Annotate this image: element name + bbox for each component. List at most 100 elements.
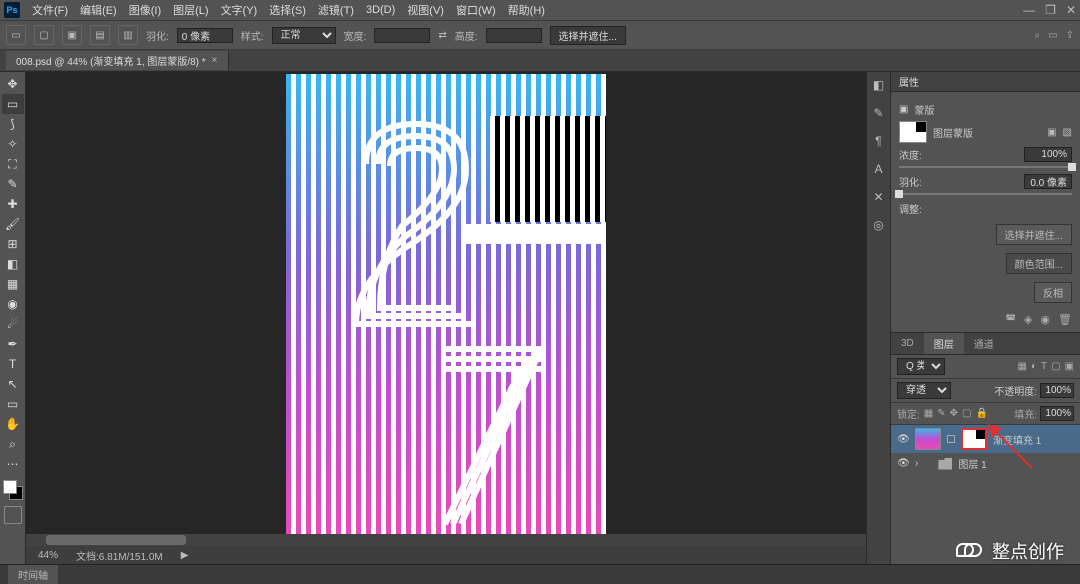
menu-type[interactable]: 文字(Y) <box>215 0 264 20</box>
close-window-icon[interactable]: ✕ <box>1066 3 1076 17</box>
height-input[interactable] <box>486 28 542 43</box>
dock-libraries-icon[interactable]: ◎ <box>873 218 883 232</box>
dodge-tool-icon[interactable]: ☄ <box>2 314 24 334</box>
pixel-mask-icon[interactable]: ▣ <box>1047 127 1056 138</box>
layer-name[interactable]: 渐变填充 1 <box>993 432 1041 447</box>
lock-artboard-icon[interactable]: ▢ <box>962 408 971 419</box>
fill-input[interactable] <box>1040 406 1074 421</box>
dock-brush-icon[interactable]: ✎ <box>873 106 883 120</box>
feather-input[interactable] <box>177 28 233 43</box>
menu-view[interactable]: 视图(V) <box>401 0 450 20</box>
menu-select[interactable]: 选择(S) <box>263 0 312 20</box>
timeline-tab-label[interactable]: 时间轴 <box>8 565 58 584</box>
selmode-int-icon[interactable]: ▥ <box>118 25 138 45</box>
eraser-tool-icon[interactable]: ◧ <box>2 254 24 274</box>
dock-paragraph-icon[interactable]: ¶ <box>875 134 881 148</box>
lock-trans-icon[interactable]: ▦ <box>924 408 933 419</box>
tab-channels[interactable]: 通道 <box>964 333 1004 354</box>
search-icon[interactable]: ⌕ <box>1035 30 1041 41</box>
wand-tool-icon[interactable]: ✧ <box>2 134 24 154</box>
feather-slider[interactable] <box>899 193 1072 195</box>
menu-layer[interactable]: 图层(L) <box>167 0 214 20</box>
visibility-icon[interactable]: 👁 <box>897 434 909 445</box>
layer-link-icon[interactable] <box>947 435 955 443</box>
swap-icon[interactable]: ⇄ <box>438 30 446 41</box>
crop-tool-icon[interactable]: ⛶ <box>2 154 24 174</box>
heal-tool-icon[interactable]: ✚ <box>2 194 24 214</box>
menu-help[interactable]: 帮助(H) <box>502 0 551 20</box>
dock-swatches-icon[interactable]: ✕ <box>873 190 883 204</box>
disable-mask-icon[interactable]: ◉ <box>1040 313 1050 326</box>
path-tool-icon[interactable]: ↖ <box>2 374 24 394</box>
share-icon[interactable]: ⇪ <box>1066 30 1074 41</box>
stamp-tool-icon[interactable]: ⊞ <box>2 234 24 254</box>
density-slider[interactable] <box>899 166 1072 168</box>
timeline-panel[interactable]: 时间轴 <box>0 564 1080 584</box>
invert-button[interactable]: 反相 <box>1034 282 1072 303</box>
select-mask-prop-button[interactable]: 选择并遮住... <box>996 224 1072 245</box>
blend-mode-select[interactable]: 穿透 <box>897 382 951 399</box>
document-tab[interactable]: 008.psd @ 44% (渐变填充 1, 图层蒙版/8) * × <box>6 51 229 70</box>
edit-toolbar-icon[interactable]: ⋯ <box>2 454 24 474</box>
filter-shape-icon[interactable]: ▢ <box>1051 361 1060 372</box>
chevron-right-icon[interactable]: › <box>915 458 918 469</box>
filter-pixel-icon[interactable]: ▦ <box>1017 361 1026 372</box>
color-range-button[interactable]: 颜色范围... <box>1006 253 1072 274</box>
load-sel-icon[interactable]: ◚ <box>1005 313 1016 326</box>
eyedropper-tool-icon[interactable]: ✎ <box>2 174 24 194</box>
menu-edit[interactable]: 编辑(E) <box>74 0 123 20</box>
zoom-level[interactable]: 44% <box>38 550 58 561</box>
zoom-tool-icon[interactable]: ⌕ <box>2 434 24 454</box>
type-tool-icon[interactable]: T <box>2 354 24 374</box>
filter-smart-icon[interactable]: ▣ <box>1065 361 1074 372</box>
layer-row-group[interactable]: 👁 › 图层 1 <box>891 453 1080 474</box>
hand-tool-icon[interactable]: ✋ <box>2 414 24 434</box>
selmode-sub-icon[interactable]: ▤ <box>90 25 110 45</box>
lock-paint-icon[interactable]: ✎ <box>937 408 945 419</box>
menu-file[interactable]: 文件(F) <box>26 0 74 20</box>
menu-filter[interactable]: 滤镜(T) <box>312 0 360 20</box>
tab-close-icon[interactable]: × <box>212 55 218 66</box>
visibility-icon[interactable]: 👁 <box>897 458 909 469</box>
select-and-mask-button[interactable]: 选择并遮住... <box>550 26 626 45</box>
shape-tool-icon[interactable]: ▭ <box>2 394 24 414</box>
style-select[interactable]: 正常 <box>272 27 336 44</box>
quickmask-icon[interactable] <box>4 506 22 524</box>
selmode-new-icon[interactable]: ▢ <box>34 25 54 45</box>
menu-3d[interactable]: 3D(D) <box>360 2 401 18</box>
restore-icon[interactable]: ❐ <box>1045 3 1056 17</box>
blur-tool-icon[interactable]: ◉ <box>2 294 24 314</box>
dock-history-icon[interactable]: ◧ <box>873 78 884 92</box>
delete-mask-icon[interactable]: 🗑 <box>1058 313 1072 326</box>
h-scroll-thumb[interactable] <box>46 535 186 545</box>
layer-filter-select[interactable]: Q 类型 <box>897 358 945 375</box>
workspace-icon[interactable]: ▭ <box>1048 30 1057 41</box>
selmode-add-icon[interactable]: ▣ <box>62 25 82 45</box>
opacity-input[interactable] <box>1040 383 1074 398</box>
brush-tool-icon[interactable]: 🖌 <box>2 214 24 234</box>
mask-thumbnail[interactable] <box>899 121 927 143</box>
minimize-icon[interactable]: — <box>1023 3 1035 17</box>
filter-type-icon[interactable]: T <box>1041 361 1047 372</box>
gradient-tool-icon[interactable]: ▦ <box>2 274 24 294</box>
h-scrollbar[interactable] <box>26 534 866 546</box>
properties-panel-tab[interactable]: 属性 <box>891 72 1080 92</box>
vector-mask-icon[interactable]: ▧ <box>1063 127 1072 138</box>
doc-info[interactable]: 文档:6.81M/151.0M <box>76 548 163 563</box>
layer-mask-thumb[interactable] <box>961 428 987 450</box>
lock-all-icon[interactable]: 🔒 <box>975 408 987 419</box>
status-arrow-icon[interactable]: ▶ <box>181 550 189 561</box>
layer-row-gradient-fill[interactable]: 👁 渐变填充 1 <box>891 425 1080 453</box>
menu-image[interactable]: 图像(I) <box>123 0 167 20</box>
move-tool-icon[interactable]: ✥ <box>2 74 24 94</box>
marquee-tool-icon[interactable]: ▭ <box>2 94 24 114</box>
apply-mask-icon[interactable]: ◈ <box>1024 313 1032 326</box>
density-input[interactable] <box>1024 147 1072 162</box>
pen-tool-icon[interactable]: ✒ <box>2 334 24 354</box>
tab-3d[interactable]: 3D <box>891 335 924 352</box>
menu-window[interactable]: 窗口(W) <box>450 0 502 20</box>
lasso-tool-icon[interactable]: ⟆ <box>2 114 24 134</box>
tool-preset-icon[interactable]: ▭ <box>6 25 26 45</box>
layer-name[interactable]: 图层 1 <box>958 456 986 471</box>
filter-adjust-icon[interactable]: ◐ <box>1031 361 1037 372</box>
